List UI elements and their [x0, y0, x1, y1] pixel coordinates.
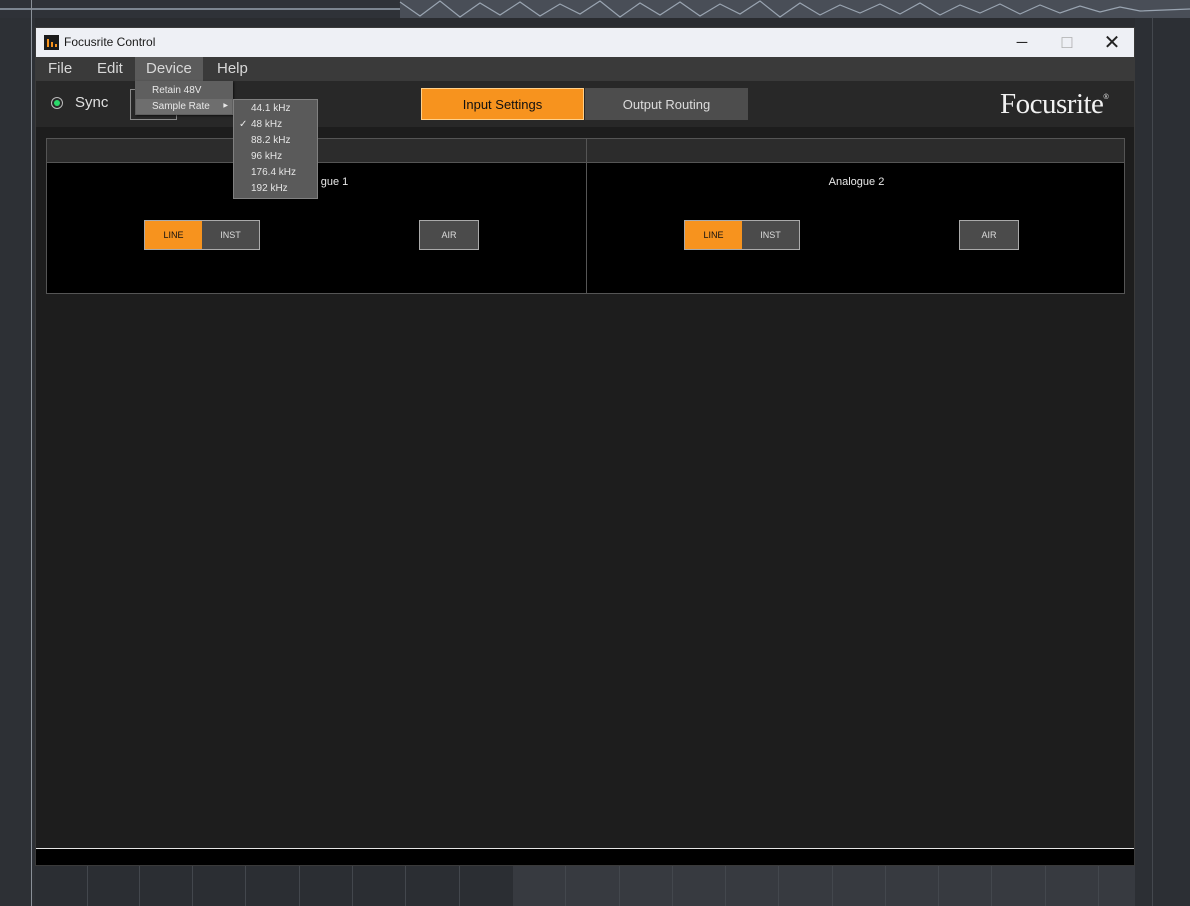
sample-rate-176-4[interactable]: 176.4 kHz — [234, 165, 317, 181]
menu-item-label: 176.4 kHz — [251, 167, 297, 178]
waveform-graphic — [0, 0, 1190, 18]
background-timeline — [35, 866, 1135, 906]
line-button[interactable]: LINE — [145, 221, 202, 249]
background-track-rail — [0, 18, 35, 906]
device-menu-dropdown: Retain 48V Sample Rate ▶ — [135, 81, 233, 115]
grid-line — [87, 866, 88, 906]
air-button[interactable]: AIR — [959, 220, 1019, 250]
sample-rate-192[interactable]: 192 kHz — [234, 181, 317, 197]
app-logo-icon — [44, 35, 59, 50]
grid-line — [192, 866, 193, 906]
menu-item-label: 48 kHz — [251, 119, 283, 130]
maximize-button[interactable]: ☐ — [1044, 28, 1090, 57]
channel-analogue-2: Analogue 2 LINE INST AIR — [586, 162, 1126, 294]
line-inst-switch: LINE INST — [144, 220, 260, 250]
grid-line — [938, 866, 939, 906]
grid-line — [778, 866, 779, 906]
inst-button[interactable]: INST — [742, 221, 799, 249]
sample-rate-44-1[interactable]: 44.1 kHz — [234, 101, 317, 117]
grid-line — [619, 866, 620, 906]
sync-status-icon — [51, 97, 63, 109]
menu-bar: File Edit Device Help — [36, 57, 1134, 81]
line-inst-switch: LINE INST — [684, 220, 800, 250]
grid-line — [832, 866, 833, 906]
sample-rate-submenu: 44.1 kHz ✓ 48 kHz 88.2 kHz 96 kHz 176.4 k… — [233, 99, 318, 199]
focusrite-logo: Focusrite® — [1000, 88, 1109, 121]
line-button[interactable]: LINE — [685, 221, 742, 249]
registered-mark: ® — [1103, 94, 1109, 101]
tab-output-routing[interactable]: Output Routing — [585, 88, 748, 120]
menu-item-sample-rate[interactable]: Sample Rate ▶ — [136, 99, 232, 114]
menu-item-label: 88.2 kHz — [251, 135, 291, 146]
grid-line — [245, 866, 246, 906]
sample-rate-48[interactable]: ✓ 48 kHz — [234, 117, 317, 133]
background-right-panel — [1135, 18, 1190, 906]
minimize-button[interactable]: ─ — [999, 28, 1045, 57]
grid-line — [991, 866, 992, 906]
menu-edit[interactable]: Edit — [86, 57, 134, 81]
grid-line — [352, 866, 353, 906]
grid-line — [299, 866, 300, 906]
main-content: gue 1 LINE INST AIR Analogue 2 LINE INST… — [36, 127, 1134, 848]
menu-help[interactable]: Help — [206, 57, 259, 81]
input-channels-panel: gue 1 LINE INST AIR Analogue 2 LINE INST… — [46, 138, 1125, 294]
inst-button[interactable]: INST — [202, 221, 259, 249]
grid-line — [885, 866, 886, 906]
menu-item-retain-48v[interactable]: Retain 48V — [136, 83, 232, 98]
menu-item-label: 44.1 kHz — [251, 103, 291, 114]
tab-input-settings[interactable]: Input Settings — [421, 88, 584, 120]
menu-file[interactable]: File — [37, 57, 83, 81]
menu-item-label: Sample Rate — [152, 101, 210, 112]
background-waveform-strip — [0, 0, 1190, 18]
timeline-selection — [513, 866, 1135, 906]
sync-label: Sync — [75, 94, 109, 111]
logo-text: Focusrite — [1000, 88, 1104, 120]
sample-rate-88-2[interactable]: 88.2 kHz — [234, 133, 317, 149]
grid-line — [1098, 866, 1099, 906]
grid-line — [405, 866, 406, 906]
menu-item-label: 96 kHz — [251, 151, 283, 162]
air-button[interactable]: AIR — [419, 220, 479, 250]
grid-line — [1045, 866, 1046, 906]
grid-line — [725, 866, 726, 906]
sample-rate-96[interactable]: 96 kHz — [234, 149, 317, 165]
checkmark-icon: ✓ — [239, 119, 248, 130]
menu-item-label: 192 kHz — [251, 183, 288, 194]
window-title: Focusrite Control — [64, 35, 156, 49]
playhead-line — [31, 0, 32, 906]
grid-line — [139, 866, 140, 906]
grid-line — [459, 866, 460, 906]
background-divider — [1152, 18, 1153, 906]
status-bar — [36, 848, 1134, 865]
title-bar[interactable]: Focusrite Control ─ ☐ ✕ — [36, 28, 1134, 57]
close-button[interactable]: ✕ — [1089, 28, 1134, 57]
header-divider — [586, 139, 587, 162]
grid-line — [565, 866, 566, 906]
channel-name: Analogue 2 — [828, 176, 885, 188]
grid-line — [672, 866, 673, 906]
menu-device[interactable]: Device — [135, 57, 203, 81]
menu-item-label: Retain 48V — [152, 85, 202, 96]
focusrite-control-window: Focusrite Control ─ ☐ ✕ File Edit Device… — [35, 27, 1135, 866]
submenu-arrow-icon: ▶ — [223, 103, 228, 109]
